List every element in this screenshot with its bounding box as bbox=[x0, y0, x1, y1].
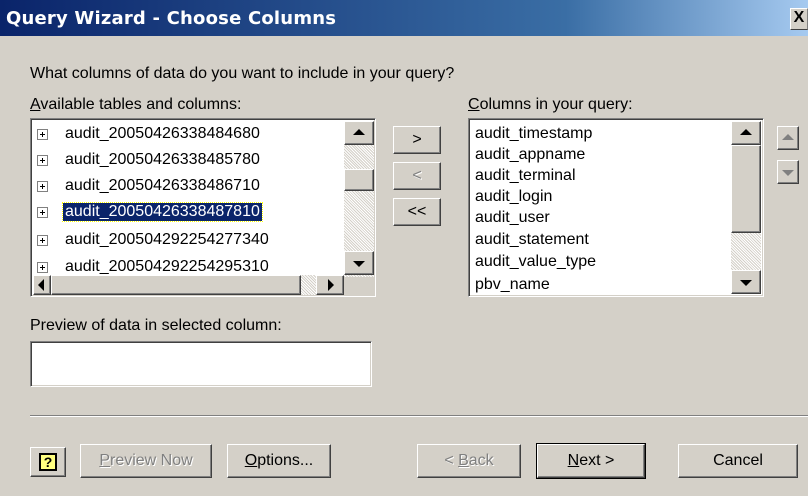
next-label: Next > bbox=[567, 452, 615, 469]
expand-icon[interactable] bbox=[37, 235, 48, 246]
list-item[interactable]: audit_user bbox=[475, 209, 550, 227]
cancel-button[interactable]: Cancel bbox=[678, 444, 798, 478]
expand-icon[interactable] bbox=[37, 207, 48, 218]
arrow-down-icon bbox=[353, 261, 365, 267]
help-button[interactable]: ? bbox=[30, 447, 66, 477]
tree-item-label[interactable]: audit_20050426338485780 bbox=[63, 151, 262, 169]
arrow-down-icon bbox=[782, 170, 794, 176]
hscroll-thumb[interactable] bbox=[51, 275, 301, 295]
cancel-label: Cancel bbox=[713, 452, 763, 469]
remove-column-button[interactable]: < bbox=[393, 162, 441, 190]
expand-icon[interactable] bbox=[37, 262, 48, 273]
scroll-thumb[interactable] bbox=[344, 169, 374, 191]
prompt-text: What columns of data do you want to incl… bbox=[30, 65, 455, 82]
arrow-up-icon bbox=[740, 129, 752, 135]
close-button[interactable]: X bbox=[790, 8, 808, 30]
arrow-left-icon bbox=[38, 279, 44, 291]
preview-now-label: Preview Now bbox=[99, 452, 193, 469]
remove-all-label: << bbox=[407, 203, 427, 220]
add-column-button[interactable]: > bbox=[393, 126, 441, 154]
add-column-label: > bbox=[412, 131, 422, 148]
tree-item-label[interactable]: audit_20050426338487810 bbox=[62, 202, 263, 222]
available-label-mnemonic: A bbox=[30, 96, 41, 113]
options-label: Options... bbox=[244, 452, 314, 469]
title-bar: Query Wizard - Choose Columns X bbox=[0, 0, 808, 36]
arrow-right-icon bbox=[328, 279, 334, 291]
query-columns-label-text: olumns in your query: bbox=[479, 96, 633, 113]
list-item[interactable]: audit_terminal bbox=[475, 167, 576, 185]
scroll-corner bbox=[344, 277, 374, 295]
preview-label: Preview of data in selected column: bbox=[30, 317, 282, 334]
scroll-left-button[interactable] bbox=[33, 275, 51, 295]
back-button[interactable]: < Back bbox=[417, 444, 521, 478]
list-item[interactable]: pbv_name bbox=[475, 276, 550, 294]
available-tree[interactable]: audit_20050426338484680 audit_2005042633… bbox=[30, 118, 376, 297]
query-columns-mnemonic: C bbox=[468, 96, 480, 113]
query-columns-list[interactable]: audit_timestamp audit_appname audit_term… bbox=[468, 118, 764, 297]
options-button[interactable]: Options... bbox=[227, 444, 331, 478]
scroll-thumb[interactable] bbox=[731, 145, 761, 233]
list-item[interactable]: audit_value_type bbox=[475, 253, 596, 271]
window-title: Query Wizard - Choose Columns bbox=[6, 8, 337, 29]
preview-now-button[interactable]: Preview Now bbox=[80, 444, 212, 478]
expand-icon[interactable] bbox=[37, 129, 48, 140]
tree-item-label[interactable]: audit_200504292254295310 bbox=[63, 258, 271, 276]
close-icon: X bbox=[793, 9, 805, 26]
remove-column-label: < bbox=[412, 167, 422, 184]
tree-item-label[interactable]: audit_20050426338484680 bbox=[63, 125, 262, 143]
scroll-down-button[interactable] bbox=[731, 270, 761, 294]
query-columns-label: Columns in your query: bbox=[468, 96, 633, 114]
expand-icon[interactable] bbox=[37, 181, 48, 192]
preview-field[interactable] bbox=[30, 341, 372, 387]
scroll-up-button[interactable] bbox=[344, 121, 374, 145]
expand-icon[interactable] bbox=[37, 155, 48, 166]
scroll-right-button[interactable] bbox=[316, 275, 344, 295]
footer-separator-highlight bbox=[30, 416, 808, 417]
available-label-text: vailable tables and columns: bbox=[40, 96, 242, 113]
arrow-up-icon bbox=[353, 129, 365, 135]
list-item[interactable]: audit_statement bbox=[475, 231, 589, 249]
remove-all-columns-button[interactable]: << bbox=[393, 198, 441, 226]
move-down-button[interactable] bbox=[777, 160, 799, 184]
list-item[interactable]: audit_appname bbox=[475, 146, 585, 164]
list-item[interactable]: audit_timestamp bbox=[475, 125, 592, 143]
back-label: < Back bbox=[444, 452, 494, 469]
move-up-button[interactable] bbox=[777, 126, 799, 150]
tree-item-label[interactable]: audit_20050426338486710 bbox=[63, 177, 262, 195]
arrow-down-icon bbox=[740, 280, 752, 286]
arrow-up-icon bbox=[782, 134, 794, 140]
available-label: Available tables and columns: bbox=[30, 96, 241, 114]
scroll-up-button[interactable] bbox=[731, 121, 761, 145]
scroll-down-button[interactable] bbox=[344, 251, 374, 275]
next-button[interactable]: Next > bbox=[536, 443, 646, 479]
tree-item-label[interactable]: audit_200504292254277340 bbox=[63, 231, 271, 249]
list-item[interactable]: audit_login bbox=[475, 188, 552, 206]
help-icon: ? bbox=[39, 453, 57, 471]
